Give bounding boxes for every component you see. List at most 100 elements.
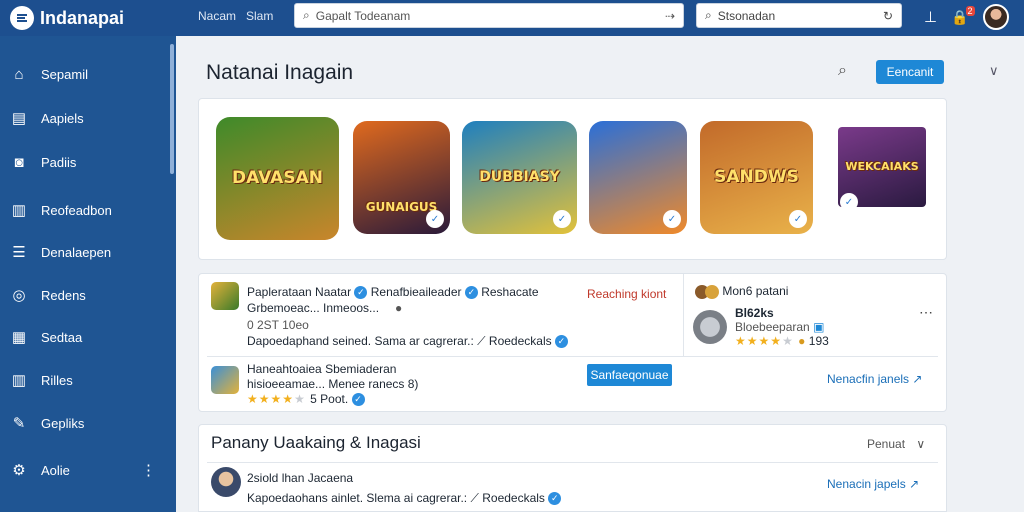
side-desc-text: Bloebeeparan xyxy=(735,320,810,334)
sidebar-item-label: Gepliks xyxy=(41,415,85,431)
side-description: Bloebeeparan ▣ xyxy=(735,320,824,334)
game-card[interactable]: GUNAIGUS ✓ xyxy=(353,121,450,234)
sidebar-item-label: Sedtaa xyxy=(41,329,83,345)
search-icon: ⌕ xyxy=(303,8,310,22)
star-2: ★ xyxy=(746,334,759,348)
brand-logo-icon xyxy=(10,6,34,30)
sidebar-item-label: Padiis xyxy=(41,154,77,170)
sidebar-item-7[interactable]: ▦ Sedtaa xyxy=(0,320,176,354)
main-search-placeholder: Gapalt Todeanam xyxy=(315,8,411,23)
sidebar-item-8[interactable]: ▥ Rilles xyxy=(0,363,176,397)
review-2-rating: ★★★★★ 5 Poot. ✓ xyxy=(247,392,365,407)
top-link-2[interactable]: Slam xyxy=(246,9,273,23)
game-card[interactable]: SANDWS ✓ xyxy=(700,121,813,234)
star-5: ★ xyxy=(294,392,306,406)
app-thumbnail[interactable] xyxy=(211,366,239,394)
sort-dropdown[interactable]: Penuat ∨ xyxy=(867,437,925,451)
sidebar-item-6[interactable]: ◎ Redens xyxy=(0,278,176,312)
verified-icon: ✓ xyxy=(554,335,568,349)
star-2: ★ xyxy=(258,392,271,406)
header-button[interactable]: Eencanit xyxy=(876,60,944,84)
avatar[interactable] xyxy=(693,310,727,344)
sidebar-item-3[interactable]: ◙ Padiis xyxy=(0,145,176,179)
game-card[interactable]: ✓ xyxy=(589,121,687,234)
star-1: ★ xyxy=(735,334,747,348)
review-1-title: Paplerataan Naatar xyxy=(247,285,352,299)
section-item-action[interactable]: Nenacin japels ↗ xyxy=(827,477,919,491)
game-card[interactable]: DUBBIASY ✓ xyxy=(462,121,577,234)
verified-icon: ✓ xyxy=(663,210,681,228)
sidebar-item-label: Aolie xyxy=(41,462,70,478)
game-title: SANDWS xyxy=(714,166,799,187)
sidebar: ⌂ Sepamil ▤ Aapiels ◙ Padiis ▥ Reofeadbo… xyxy=(0,36,176,512)
chevron-down-icon: ∨ xyxy=(916,437,926,451)
arrow-right-icon: ↗ xyxy=(912,372,923,386)
arrow-right-icon: ↗ xyxy=(909,477,920,491)
app-thumbnail[interactable] xyxy=(211,282,239,310)
review-1-meta: 0 2ST 10eo xyxy=(247,318,309,332)
search-icon[interactable]: ⌕ xyxy=(838,62,847,80)
section-item-desc-text: Kapoedaohans ainlet. Slema ai cagrerar.: xyxy=(247,491,468,505)
more-icon[interactable]: ⋮ xyxy=(141,461,156,479)
sidebar-item-4[interactable]: ▥ Reofeadbon xyxy=(0,193,176,227)
game-card[interactable]: WEKCAIAKS ✓ xyxy=(838,127,926,207)
section-item-sub: lhan Jacaena xyxy=(281,471,354,485)
chevron-down-icon[interactable]: ∨ xyxy=(989,63,999,79)
main-search-input[interactable]: ⌕ Gapalt Todeanam ⇢ xyxy=(294,3,684,28)
avatar[interactable] xyxy=(211,467,241,497)
game-title: WEKCAIAKS xyxy=(845,160,919,174)
more-icon[interactable]: ⋯ xyxy=(919,304,933,321)
top-link-1[interactable]: Nacam xyxy=(198,9,236,23)
section-item-link[interactable]: ⟋ Roedeckals xyxy=(471,491,545,505)
review-2-header: Haneahtoaiea Sbemiaderan xyxy=(247,362,396,376)
chart-icon: ▥ xyxy=(11,202,27,219)
list-icon: ☰ xyxy=(12,244,26,261)
verified-icon: ✓ xyxy=(553,210,571,228)
brand[interactable]: Indanapai xyxy=(10,6,124,30)
brand-name: Indanapai xyxy=(40,7,125,28)
rating-stars: ★★★★★ xyxy=(247,392,310,406)
top-bar: Indanapai Nacam Slam ⌕ Gapalt Todeanam ⇢… xyxy=(0,0,1024,36)
game-card[interactable]: DAVASAN xyxy=(216,117,339,240)
sidebar-item-5[interactable]: ☰ Denalaepen xyxy=(0,235,176,269)
notification-icon[interactable]: 🔒 2 xyxy=(951,5,975,26)
section-item-action-text: Nenacin japels xyxy=(827,477,906,491)
arrow-right-icon[interactable]: ⇢ xyxy=(665,9,675,23)
puzzle-icon: ✎ xyxy=(12,415,26,432)
star-4: ★ xyxy=(282,392,295,406)
side-rating: ★★★★★ ● 193 xyxy=(735,334,829,348)
section-item-header: 2siold lhan Jacaena xyxy=(247,471,353,485)
review-2-button[interactable]: Sanfaeqonuae xyxy=(587,364,672,386)
refresh-icon[interactable]: ↻ xyxy=(883,9,893,23)
review-2-title: Haneahtoaiea xyxy=(247,362,322,376)
pin-icon[interactable]: ⊥ xyxy=(924,8,937,26)
sidebar-item-9[interactable]: ✎ Gepliks xyxy=(0,406,176,440)
sidebar-item-2[interactable]: ▤ Aapiels xyxy=(0,101,176,135)
section-item-description: Kapoedaohans ainlet. Slema ai cagrerar.:… xyxy=(247,491,562,506)
bookmark-icon[interactable]: ▣ xyxy=(813,320,824,334)
side-count: 193 xyxy=(808,334,829,348)
page-title: Natanai Inagain xyxy=(206,61,354,84)
game-title: DUBBIASY xyxy=(479,169,560,186)
sidebar-item-1[interactable]: ⌂ Sepamil xyxy=(0,57,176,91)
secondary-search-input[interactable]: ⌕ Stsonadan ↻ xyxy=(696,3,902,28)
section-panel: Panany Uaakaing & Inagasi Penuat ∨ 2siol… xyxy=(198,424,947,512)
side-header: Mon6 patani xyxy=(695,284,788,299)
sidebar-item-10[interactable]: ⚙ Aolie ⋮ xyxy=(0,453,176,487)
review-1-description: Dapoedaphand seined. Sama ar cagrerar.: … xyxy=(247,334,568,349)
divider xyxy=(207,462,938,463)
user-avatar[interactable] xyxy=(982,4,1009,30)
divider xyxy=(207,356,938,357)
rating-stars: ★★★★★ xyxy=(735,334,798,348)
sidebar-item-label: Denalaepen xyxy=(41,244,112,260)
card-icon: ▤ xyxy=(11,110,27,127)
review-2-link[interactable]: Nenacfin janels ↗ xyxy=(827,372,922,386)
verified-icon: ✓ xyxy=(548,492,562,506)
review-1-link[interactable]: ⟋ Roedeckals xyxy=(477,334,551,348)
review-1-extra: Reshacate xyxy=(481,285,539,299)
secondary-search-placeholder: Stsonadan xyxy=(717,8,776,23)
review-2-sub: Sbemiaderan xyxy=(325,362,397,376)
verified-icon: ✓ xyxy=(789,210,807,228)
review-1-desc-text: Dapoedaphand seined. Sama ar cagrerar.: xyxy=(247,334,474,348)
review-1-flag[interactable]: Reaching kiont xyxy=(587,287,666,301)
